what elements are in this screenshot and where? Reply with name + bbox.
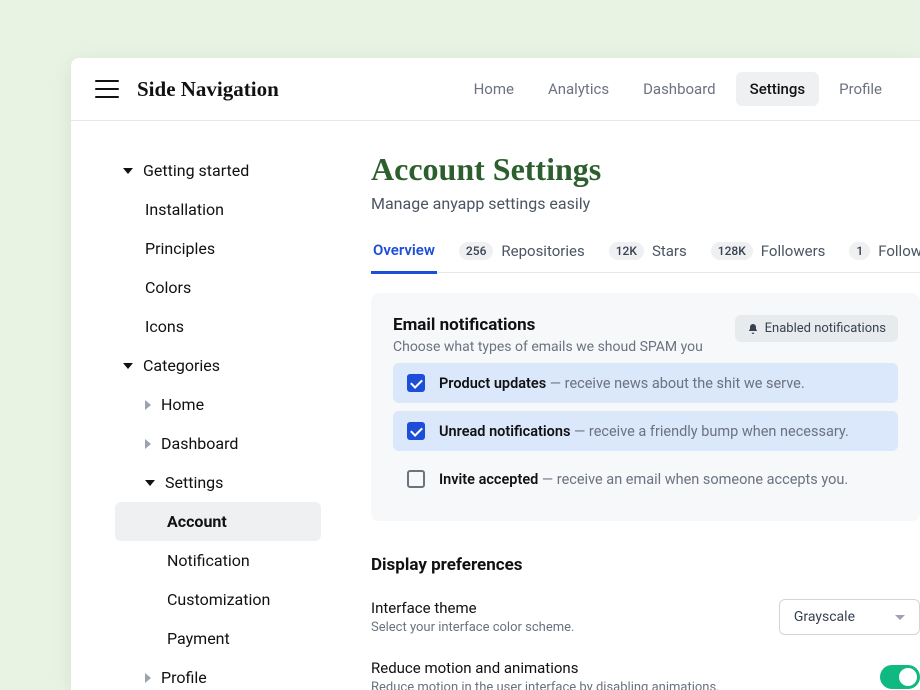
sidebar-item-icons[interactable]: Icons bbox=[123, 307, 321, 346]
top-nav: Home Analytics Dashboard Settings Profil… bbox=[460, 72, 896, 106]
sidebar-subitem-account[interactable]: Account bbox=[115, 502, 321, 541]
pref-label: Reduce motion and animations bbox=[371, 659, 720, 677]
sidebar-subgroup-profile[interactable]: Profile bbox=[123, 658, 321, 690]
tab-count: 1 bbox=[849, 242, 870, 260]
chevron-down-icon bbox=[145, 480, 155, 486]
email-notifications-panel: Email notifications Choose what types of… bbox=[371, 293, 920, 521]
pref-reduce-motion: Reduce motion and animations Reduce moti… bbox=[371, 659, 920, 690]
tab-overview[interactable]: Overview bbox=[371, 241, 437, 274]
tabs: Overview 256 Repositories 12K Stars 128K… bbox=[371, 241, 920, 273]
app-title: Side Navigation bbox=[137, 77, 279, 102]
pref-desc: Reduce motion in the user interface by d… bbox=[371, 680, 720, 690]
chevron-right-icon bbox=[145, 439, 151, 449]
panel-header: Email notifications Choose what types of… bbox=[393, 315, 898, 355]
option-text: Unread notifications — receive a friendl… bbox=[439, 423, 849, 440]
enabled-notifications-badge[interactable]: Enabled notifications bbox=[735, 315, 898, 342]
tab-count: 128K bbox=[711, 242, 753, 260]
tab-label: Repositories bbox=[501, 242, 584, 260]
chevron-right-icon bbox=[145, 400, 151, 410]
pref-desc: Select your interface color scheme. bbox=[371, 620, 574, 635]
tab-repositories[interactable]: 256 Repositories bbox=[457, 242, 587, 272]
option-detail: — receive an email when someone accepts … bbox=[538, 471, 848, 488]
content-area: Getting started Installation Principles … bbox=[71, 121, 920, 690]
sidebar: Getting started Installation Principles … bbox=[71, 121, 341, 690]
chevron-down-icon bbox=[123, 168, 133, 174]
tab-stars[interactable]: 12K Stars bbox=[607, 242, 689, 272]
app-window: Side Navigation Home Analytics Dashboard… bbox=[71, 58, 920, 690]
checkbox-icon bbox=[407, 422, 425, 440]
sidebar-group-getting-started[interactable]: Getting started bbox=[123, 151, 321, 190]
sidebar-subgroup-label: Dashboard bbox=[161, 434, 238, 453]
badge-label: Enabled notifications bbox=[765, 321, 886, 336]
tab-label: Stars bbox=[652, 242, 687, 260]
option-detail: — receive a friendly bump when necessary… bbox=[570, 423, 848, 440]
reduce-motion-toggle[interactable] bbox=[880, 665, 920, 689]
select-value: Grayscale bbox=[794, 609, 855, 625]
tab-label: Followers bbox=[761, 242, 826, 260]
topbar: Side Navigation Home Analytics Dashboard… bbox=[71, 58, 920, 121]
chevron-down-icon bbox=[123, 363, 133, 369]
topnav-dashboard[interactable]: Dashboard bbox=[629, 72, 730, 106]
tab-label: Following bbox=[878, 242, 920, 260]
option-product-updates[interactable]: Product updates — receive news about the… bbox=[393, 363, 898, 403]
sidebar-item-principles[interactable]: Principles bbox=[123, 229, 321, 268]
option-label: Invite accepted bbox=[439, 471, 538, 488]
sidebar-subgroup-label: Profile bbox=[161, 668, 207, 687]
theme-select[interactable]: Grayscale bbox=[779, 599, 920, 635]
topnav-profile[interactable]: Profile bbox=[825, 72, 896, 106]
option-text: Product updates — receive news about the… bbox=[439, 375, 805, 392]
pref-interface-theme: Interface theme Select your interface co… bbox=[371, 599, 920, 635]
page-subtitle: Manage anyapp settings easily bbox=[371, 194, 920, 213]
display-preferences-section: Display preferences Interface theme Sele… bbox=[371, 555, 920, 690]
sidebar-group-categories[interactable]: Categories bbox=[123, 346, 321, 385]
sidebar-item-installation[interactable]: Installation bbox=[123, 190, 321, 229]
tab-count: 12K bbox=[609, 242, 644, 260]
sidebar-subitem-payment[interactable]: Payment bbox=[123, 619, 321, 658]
sidebar-subitem-customization[interactable]: Customization bbox=[123, 580, 321, 619]
tab-count: 256 bbox=[459, 242, 493, 260]
checkbox-icon bbox=[407, 470, 425, 488]
main-panel: Account Settings Manage anyapp settings … bbox=[341, 121, 920, 690]
sidebar-subgroup-home[interactable]: Home bbox=[123, 385, 321, 424]
option-label: Product updates bbox=[439, 375, 546, 392]
section-title: Display preferences bbox=[371, 555, 920, 575]
option-text: Invite accepted — receive an email when … bbox=[439, 471, 848, 488]
sidebar-group-label: Getting started bbox=[143, 161, 249, 180]
sidebar-subitem-notification[interactable]: Notification bbox=[123, 541, 321, 580]
topnav-settings[interactable]: Settings bbox=[736, 72, 820, 106]
sidebar-subgroup-settings[interactable]: Settings bbox=[123, 463, 321, 502]
sidebar-subgroup-label: Home bbox=[161, 395, 204, 414]
topnav-analytics[interactable]: Analytics bbox=[534, 72, 623, 106]
tab-following[interactable]: 1 Following bbox=[847, 242, 920, 272]
chevron-right-icon bbox=[145, 673, 151, 683]
option-unread-notifications[interactable]: Unread notifications — receive a friendl… bbox=[393, 411, 898, 451]
panel-title: Email notifications bbox=[393, 315, 703, 335]
sidebar-item-colors[interactable]: Colors bbox=[123, 268, 321, 307]
checkbox-icon bbox=[407, 374, 425, 392]
sidebar-group-label: Categories bbox=[143, 356, 220, 375]
chevron-down-icon bbox=[895, 615, 905, 620]
page-title: Account Settings bbox=[371, 151, 920, 188]
sidebar-subgroup-label: Settings bbox=[165, 473, 223, 492]
bell-icon bbox=[747, 323, 759, 335]
sidebar-subgroup-dashboard[interactable]: Dashboard bbox=[123, 424, 321, 463]
hamburger-icon[interactable] bbox=[95, 80, 119, 98]
tab-label: Overview bbox=[373, 241, 435, 259]
panel-desc: Choose what types of emails we shoud SPA… bbox=[393, 339, 703, 355]
option-label: Unread notifications bbox=[439, 423, 570, 440]
option-invite-accepted[interactable]: Invite accepted — receive an email when … bbox=[393, 459, 898, 499]
pref-label: Interface theme bbox=[371, 599, 574, 617]
option-detail: — receive news about the shit we serve. bbox=[546, 375, 805, 392]
tab-followers[interactable]: 128K Followers bbox=[709, 242, 828, 272]
topnav-home[interactable]: Home bbox=[460, 72, 528, 106]
